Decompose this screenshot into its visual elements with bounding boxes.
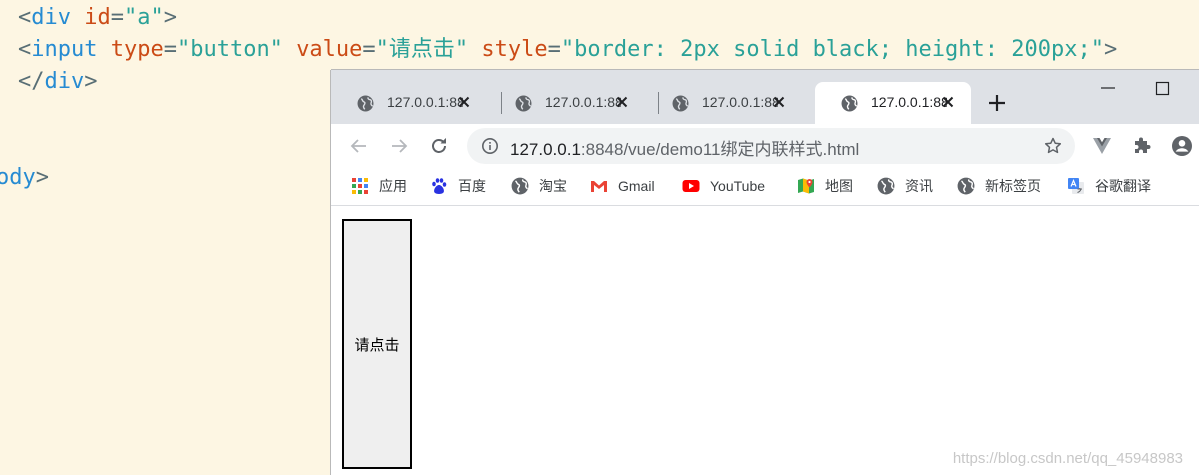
url-text[interactable]: 127.0.0.1:8848/vue/demo11绑定内联样式.html [510, 135, 859, 160]
bookmarks-bar: 应用 百度 淘宝 Gmail YouTube 地图 资讯 新标签页 谷歌翻译 [331, 168, 1199, 206]
reload-icon[interactable] [427, 134, 451, 158]
browser-toolbar: 127.0.0.1:8848/vue/demo11绑定内联样式.html [331, 124, 1199, 168]
youtube-icon [682, 180, 700, 192]
bookmark-youtube[interactable]: YouTube [682, 176, 765, 196]
bookmark-taobao[interactable]: 淘宝 [511, 176, 567, 196]
info-icon[interactable] [481, 137, 499, 155]
apps-grid-icon [352, 178, 368, 194]
baidu-icon [432, 178, 447, 194]
browser-tab-active[interactable]: 127.0.0.1:8848/vue/demo11 [815, 82, 971, 124]
code-line-1: <div id="a"> [18, 5, 177, 30]
bookmark-label: 资讯 [905, 178, 933, 194]
browser-tab[interactable]: 127.0.0.1:8848/vue/demo11 [646, 82, 802, 124]
close-icon[interactable] [613, 93, 631, 111]
extensions-puzzle-icon[interactable] [1131, 135, 1153, 157]
globe-icon [515, 95, 532, 112]
bookmark-label: 新标签页 [985, 178, 1041, 194]
bookmark-maps[interactable]: 地图 [797, 176, 853, 196]
maximize-icon[interactable] [1151, 80, 1173, 102]
bookmark-news[interactable]: 资讯 [877, 176, 933, 196]
address-bar[interactable]: 127.0.0.1:8848/vue/demo11绑定内联样式.html [467, 128, 1075, 164]
code-line-3: </div> [18, 69, 98, 94]
new-tab-plus-icon[interactable] [983, 89, 1011, 117]
tab-title: 127.0.0.1:8848/vue/demo11 [545, 94, 621, 110]
back-arrow-icon[interactable] [347, 134, 371, 158]
click-me-button[interactable]: 请点击 [342, 219, 412, 469]
bookmark-new-tab[interactable]: 新标签页 [957, 176, 1041, 196]
tab-strip: 127.0.0.1:8848/vue/demo11 127.0.0.1:8848… [331, 70, 1199, 124]
gmail-icon [591, 181, 607, 192]
vue-devtools-icon[interactable] [1091, 135, 1113, 157]
code-line-2: <input type="button" value="请点击" style="… [18, 37, 1118, 62]
browser-tab[interactable]: 127.0.0.1:8848/vue/demo11 [489, 82, 645, 124]
translate-icon [1068, 178, 1084, 194]
minimize-icon[interactable] [1097, 80, 1119, 100]
bookmark-label: 百度 [458, 178, 486, 194]
globe-icon [357, 95, 374, 112]
bookmark-label: Gmail [618, 178, 655, 194]
close-icon[interactable] [939, 93, 957, 111]
bookmark-label: YouTube [710, 178, 766, 194]
page-viewport: 请点击 https://blog.csdn.net/qq_45948983 [331, 207, 1199, 475]
bookmark-label: 应用 [379, 178, 407, 194]
bookmark-label: 地图 [825, 178, 853, 194]
maps-icon [798, 178, 814, 194]
bookmark-label: 谷歌翻译 [1095, 178, 1151, 194]
profile-avatar-icon[interactable] [1171, 135, 1193, 157]
bookmark-apps[interactable]: 应用 [351, 176, 407, 196]
globe-icon [877, 177, 895, 195]
bookmark-gmail[interactable]: Gmail [590, 176, 655, 196]
forward-arrow-icon[interactable] [387, 134, 411, 158]
close-icon[interactable] [455, 93, 473, 111]
browser-window: 127.0.0.1:8848/vue/demo11 127.0.0.1:8848… [331, 70, 1199, 475]
bookmark-label: 淘宝 [539, 178, 567, 194]
globe-icon [957, 177, 975, 195]
code-line-4: ody> [0, 165, 49, 190]
globe-icon [841, 95, 858, 112]
tab-title: 127.0.0.1:8848/vue/demo11 [871, 94, 947, 110]
close-icon[interactable] [770, 93, 788, 111]
bookmark-baidu[interactable]: 百度 [430, 176, 486, 196]
csdn-watermark: https://blog.csdn.net/qq_45948983 [952, 450, 1183, 467]
globe-icon [672, 95, 689, 112]
browser-tab[interactable]: 127.0.0.1:8848/vue/demo11 [331, 82, 487, 124]
tab-title: 127.0.0.1:8848/vue/demo11 [702, 94, 778, 110]
globe-icon [511, 177, 529, 195]
bookmark-google-translate[interactable]: 谷歌翻译 [1067, 176, 1151, 196]
star-bookmark-icon[interactable] [1043, 136, 1063, 156]
tab-title: 127.0.0.1:8848/vue/demo11 [387, 94, 463, 110]
